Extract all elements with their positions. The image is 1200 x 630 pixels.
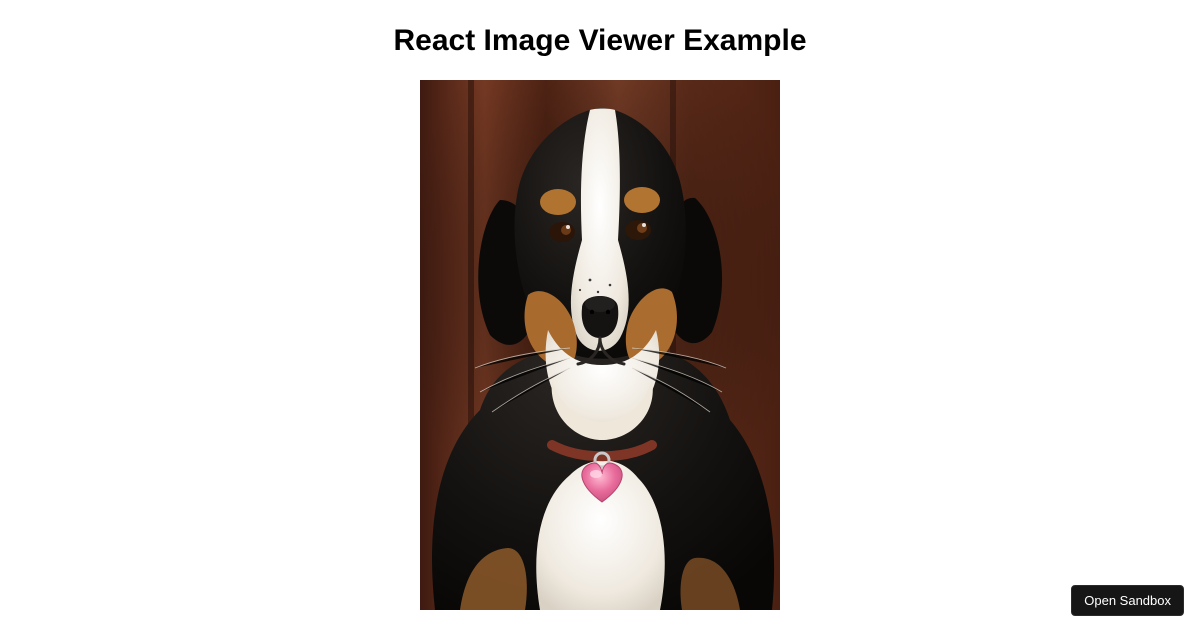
dog-photo xyxy=(420,80,780,610)
page-title: React Image Viewer Example xyxy=(394,24,807,58)
open-sandbox-button[interactable]: Open Sandbox xyxy=(1071,585,1184,616)
app-container: React Image Viewer Example xyxy=(0,0,1200,610)
image-viewer[interactable] xyxy=(420,80,780,610)
